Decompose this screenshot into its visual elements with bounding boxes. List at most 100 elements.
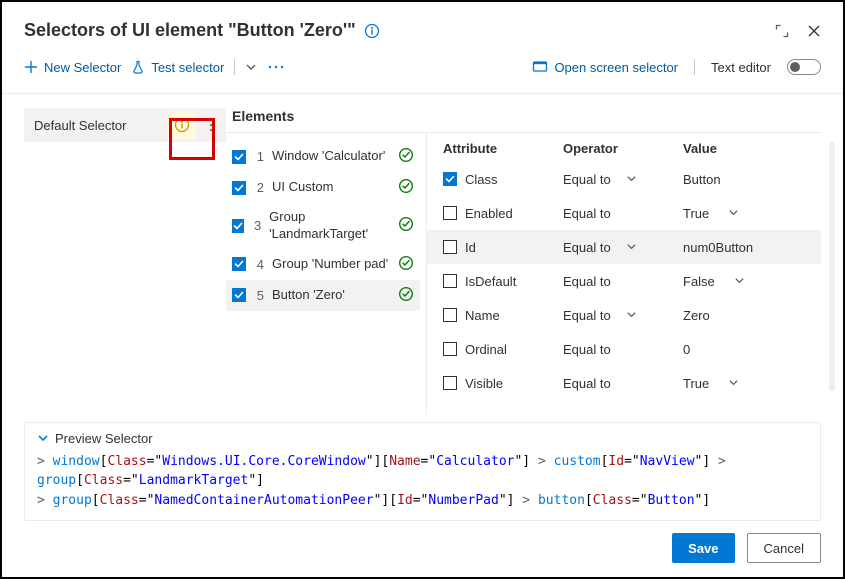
attr-value: Zero <box>683 308 710 323</box>
footer: Save Cancel <box>24 533 821 563</box>
attr-name: Visible <box>465 376 503 391</box>
chevron-down-icon[interactable] <box>728 376 739 391</box>
chevron-down-icon[interactable] <box>728 206 739 221</box>
expand-icon[interactable] <box>775 24 789 38</box>
title-row: Selectors of UI element "Button 'Zero'" <box>24 20 821 41</box>
attr-row[interactable]: Id Equal to num0Button <box>427 230 821 264</box>
checkbox[interactable] <box>232 257 246 271</box>
checkbox[interactable] <box>232 288 246 302</box>
flask-icon <box>131 60 145 74</box>
warning-icon[interactable] <box>168 111 196 139</box>
title-left: Selectors of UI element "Button 'Zero'" <box>24 20 380 41</box>
element-index: 3 <box>252 218 261 233</box>
attr-row[interactable]: Enabled Equal to True <box>443 196 821 230</box>
validated-icon <box>398 147 414 166</box>
text-editor-label: Text editor <box>711 60 771 75</box>
attr-value: num0Button <box>683 240 753 255</box>
element-label: UI Custom <box>272 179 390 196</box>
more-icon[interactable] <box>267 61 285 73</box>
attr-name: Id <box>465 240 476 255</box>
preview-toggle[interactable]: Preview Selector <box>37 431 808 446</box>
chevron-down-icon[interactable] <box>734 274 745 289</box>
toolbar-left: New Selector Test selector <box>24 59 285 75</box>
attr-value: True <box>683 376 709 391</box>
attr-operator: Equal to <box>563 206 611 221</box>
scrollbar[interactable] <box>829 141 835 391</box>
checkbox[interactable] <box>443 342 457 356</box>
element-row[interactable]: 3Group 'LandmarkTarget' <box>226 203 420 249</box>
element-row[interactable]: 5Button 'Zero' <box>226 280 420 311</box>
attr-operator: Equal to <box>563 274 611 289</box>
dialog: Selectors of UI element "Button 'Zero'" … <box>0 0 845 579</box>
element-row[interactable]: 1Window 'Calculator' <box>226 141 420 172</box>
attr-name: Enabled <box>465 206 513 221</box>
attr-value: 0 <box>683 342 690 357</box>
open-screen-selector-button[interactable]: Open screen selector <box>532 60 678 75</box>
checkbox[interactable] <box>443 376 457 390</box>
info-icon[interactable] <box>364 23 380 39</box>
attr-operator: Equal to <box>563 172 611 187</box>
checkbox[interactable] <box>443 274 457 288</box>
selector-row-default[interactable]: Default Selector <box>24 108 226 142</box>
attr-operator: Equal to <box>563 376 611 391</box>
attr-value: Button <box>683 172 721 187</box>
chevron-down-icon[interactable] <box>245 61 257 73</box>
validated-icon <box>398 286 414 305</box>
validated-icon <box>398 178 414 197</box>
chevron-down-icon[interactable] <box>626 308 637 323</box>
checkbox[interactable] <box>443 308 457 322</box>
toolbar-right: Open screen selector Text editor <box>532 59 821 75</box>
elements-panel: Elements 1Window 'Calculator' 2 UI Custom 3… <box>226 100 821 414</box>
attr-value: True <box>683 206 709 221</box>
checkbox[interactable] <box>443 172 457 186</box>
text-editor-toggle[interactable] <box>787 59 821 75</box>
cancel-button[interactable]: Cancel <box>747 533 821 563</box>
attr-headers: Attribute Operator Value <box>443 141 821 162</box>
preview-header-label: Preview Selector <box>55 431 153 446</box>
attr-operator: Equal to <box>563 342 611 357</box>
columns: 1Window 'Calculator' 2 UI Custom 3Group 'La… <box>226 133 821 414</box>
attr-name: IsDefault <box>465 274 516 289</box>
kebab-icon[interactable] <box>202 111 220 139</box>
preview-selector: Preview Selector > window[Class="Windows… <box>24 422 821 522</box>
close-icon[interactable] <box>807 24 821 38</box>
save-button[interactable]: Save <box>672 533 734 563</box>
divider <box>694 59 695 75</box>
element-index: 5 <box>254 288 264 303</box>
checkbox[interactable] <box>232 181 246 195</box>
new-selector-button[interactable]: New Selector <box>24 60 121 75</box>
open-screen-selector-label: Open screen selector <box>554 60 678 75</box>
attr-rows: ClassEqual to ButtonEnabledEqual toTrue … <box>443 162 821 400</box>
dialog-title: Selectors of UI element "Button 'Zero'" <box>24 20 356 41</box>
toolbar-separator <box>2 93 843 94</box>
attr-row[interactable]: NameEqual to Zero <box>443 298 821 332</box>
new-selector-label: New Selector <box>44 60 121 75</box>
element-row[interactable]: 2 UI Custom <box>226 172 420 203</box>
validated-icon <box>398 255 414 274</box>
attributes-panel: Attribute Operator Value ClassEqual to B… <box>426 133 821 414</box>
attr-row[interactable]: ClassEqual to Button <box>443 162 821 196</box>
element-index: 2 <box>254 180 264 195</box>
checkbox[interactable] <box>443 206 457 220</box>
header-operator: Operator <box>563 141 683 156</box>
element-label: Window 'Calculator' <box>272 148 390 165</box>
attr-row[interactable]: Visible Equal to True <box>443 366 821 400</box>
divider <box>234 59 235 75</box>
checkbox[interactable] <box>232 150 246 164</box>
attr-value: False <box>683 274 715 289</box>
element-label: Group 'Number pad' <box>272 256 390 273</box>
checkbox[interactable] <box>443 240 457 254</box>
checkbox[interactable] <box>232 219 244 233</box>
chevron-down-icon[interactable] <box>626 172 637 187</box>
attr-operator: Equal to <box>563 308 611 323</box>
attr-operator: Equal to <box>563 240 611 255</box>
elements-list: 1Window 'Calculator' 2 UI Custom 3Group 'La… <box>226 133 426 414</box>
chevron-down-icon[interactable] <box>626 240 637 255</box>
attr-row[interactable]: IsDefault Equal to False <box>443 264 821 298</box>
selector-row-label: Default Selector <box>34 118 127 133</box>
element-row[interactable]: 4Group 'Number pad' <box>226 249 420 280</box>
test-selector-button[interactable]: Test selector <box>131 60 224 75</box>
attr-row[interactable]: OrdinalEqual to0 <box>443 332 821 366</box>
validated-icon <box>398 216 414 235</box>
elements-header: Elements <box>226 100 821 133</box>
